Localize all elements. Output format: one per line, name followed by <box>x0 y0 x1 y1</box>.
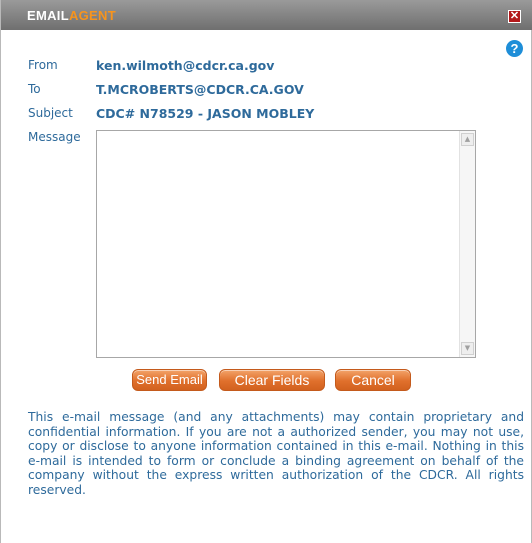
window-title: EMAILAGENT <box>27 8 116 23</box>
title-agent: AGENT <box>68 8 116 23</box>
to-value: T.MCROBERTS@CDCR.CA.GOV <box>96 82 304 97</box>
disclaimer-text: This e-mail message (and any attachments… <box>28 410 524 497</box>
to-label: To <box>28 82 41 96</box>
cancel-button[interactable]: Cancel <box>335 369 411 391</box>
help-icon[interactable]: ? <box>506 40 523 57</box>
title-email: EMAIL <box>27 8 69 23</box>
subject-value: CDC# N78529 - JASON MOBLEY <box>96 106 315 121</box>
from-label: From <box>28 58 58 72</box>
close-icon[interactable]: ✕ <box>508 10 521 23</box>
message-textarea[interactable] <box>97 131 459 357</box>
email-agent-window: EMAILAGENT ✕ ? From ken.wilmoth@cdcr.ca.… <box>0 0 532 543</box>
scroll-up-arrow-icon[interactable]: ▲ <box>461 133 474 146</box>
title-bar: EMAILAGENT ✕ <box>1 0 532 30</box>
from-value: ken.wilmoth@cdcr.ca.gov <box>96 58 275 73</box>
subject-label: Subject <box>28 106 73 120</box>
message-label: Message <box>28 130 81 144</box>
send-email-button[interactable]: Send Email <box>132 369 207 391</box>
message-box: ▲ ▼ <box>96 130 476 358</box>
scroll-down-arrow-icon[interactable]: ▼ <box>461 342 474 355</box>
clear-fields-button[interactable]: Clear Fields <box>219 369 325 391</box>
message-scrollbar[interactable]: ▲ ▼ <box>459 131 475 357</box>
